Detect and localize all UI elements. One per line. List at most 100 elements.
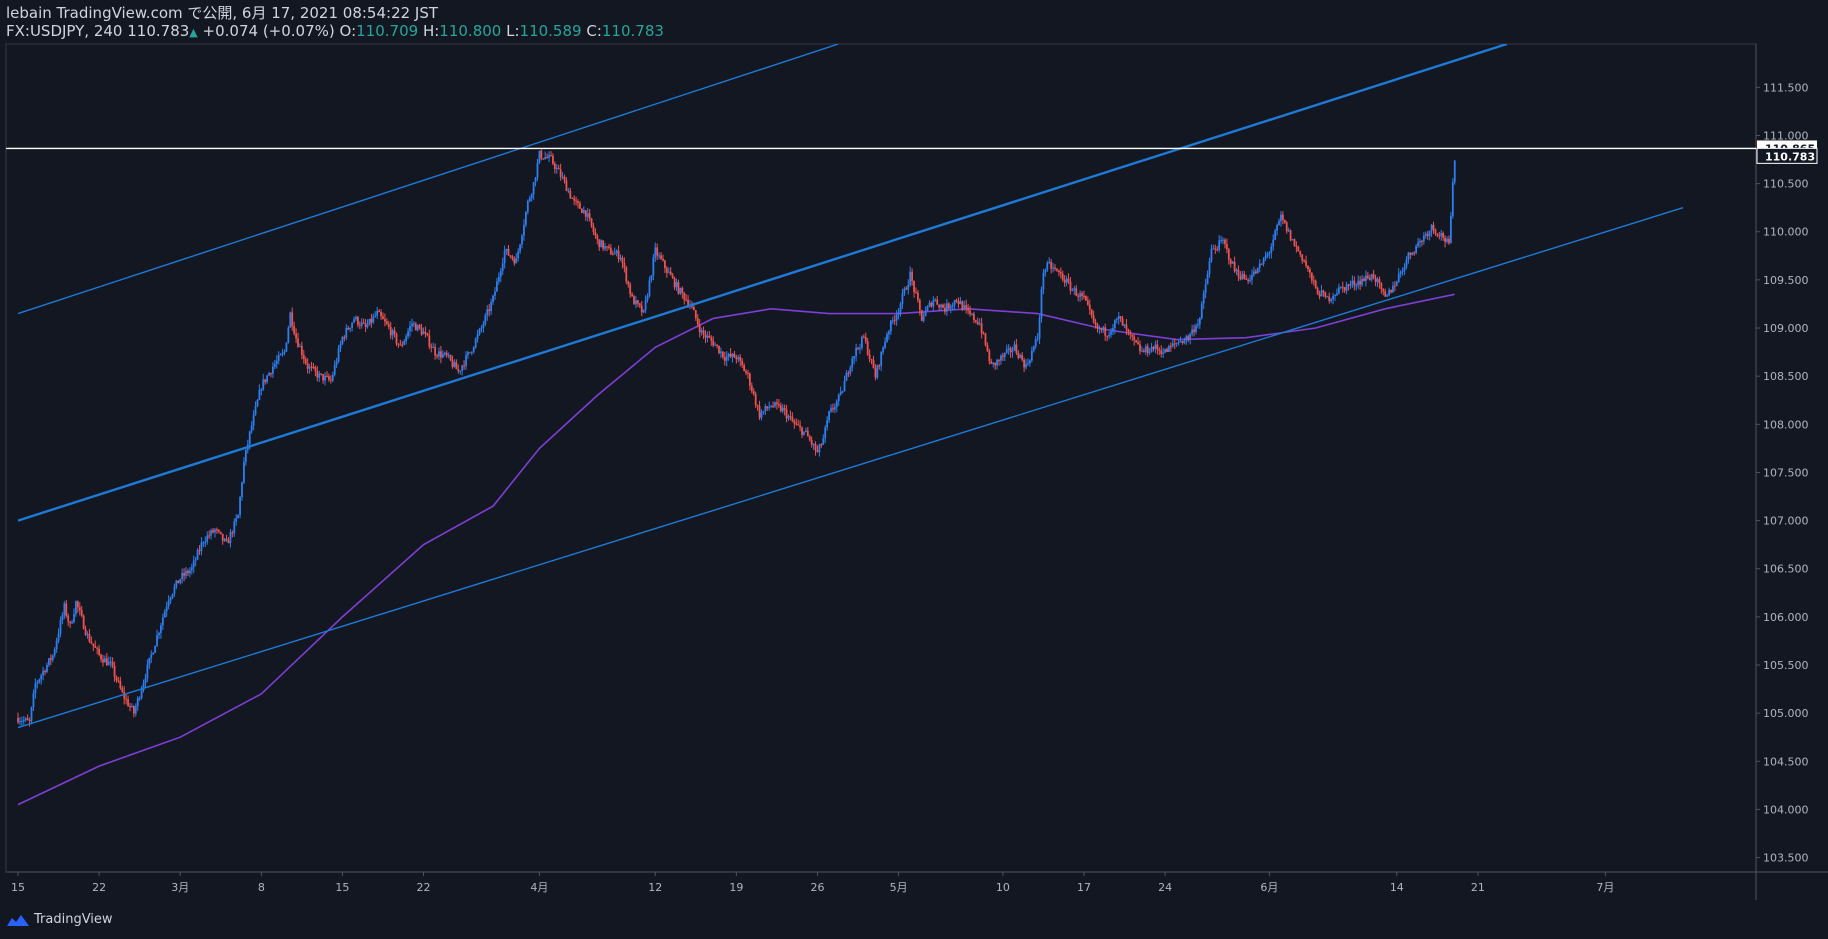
- candle-body: [538, 150, 541, 163]
- candle-body: [28, 720, 31, 722]
- candle-body: [254, 406, 257, 415]
- candle-body: [1009, 348, 1012, 353]
- candle-body: [266, 375, 269, 382]
- candle-body: [716, 344, 718, 346]
- candle-body: [1216, 249, 1219, 251]
- candle-body: [586, 213, 589, 217]
- candle-body: [208, 535, 211, 537]
- candle-body: [799, 425, 801, 428]
- candle-body: [117, 680, 120, 682]
- price-tick-label: 111.500: [1763, 81, 1809, 94]
- candle-body: [785, 409, 788, 419]
- candle-body: [1305, 260, 1307, 266]
- candle-body: [803, 431, 805, 435]
- candle-body: [638, 303, 641, 306]
- candle-body: [1231, 261, 1234, 264]
- candle-body: [1015, 344, 1018, 353]
- candle-body: [1133, 336, 1136, 341]
- candle-body: [1309, 269, 1311, 273]
- candle-body: [818, 444, 821, 452]
- candle-body: [1123, 324, 1126, 326]
- candle-body: [1366, 275, 1369, 279]
- candle-body: [1146, 346, 1149, 354]
- candle-body: [982, 333, 985, 335]
- candle-body: [1003, 352, 1006, 357]
- candle-body: [1361, 278, 1363, 285]
- candle-body: [801, 427, 803, 435]
- candle-body: [1077, 295, 1080, 297]
- candle-body: [221, 533, 224, 541]
- candle-body: [1417, 242, 1419, 246]
- candle-body: [758, 406, 761, 418]
- candle-body: [1434, 229, 1437, 234]
- candle-body: [366, 324, 369, 327]
- candle-body: [1040, 289, 1043, 318]
- candle-body: [880, 351, 883, 366]
- candle-body: [847, 373, 850, 375]
- candle-body: [1086, 300, 1089, 305]
- candle-body: [293, 325, 296, 334]
- candle-body: [1046, 262, 1049, 270]
- footer-brand[interactable]: TradingView: [6, 912, 113, 927]
- candle-body: [555, 167, 558, 169]
- candle-body: [967, 307, 970, 311]
- candle-body: [1171, 343, 1174, 347]
- candle-body: [107, 661, 110, 666]
- candle-body: [384, 319, 386, 322]
- candle-body: [86, 634, 89, 636]
- candle-body: [1148, 352, 1151, 354]
- candle-body: [874, 368, 877, 378]
- candle-body: [1285, 222, 1288, 232]
- price-tick-label: 105.000: [1763, 707, 1809, 720]
- candle-body: [1363, 278, 1365, 281]
- candle-body: [287, 327, 290, 343]
- price-tick-label: 106.500: [1763, 563, 1809, 576]
- candle-body: [631, 294, 633, 297]
- candle-body: [1104, 327, 1107, 336]
- candle-body: [507, 248, 510, 256]
- candle-body: [783, 407, 786, 410]
- candle-body: [787, 416, 790, 419]
- candle-body: [965, 305, 968, 308]
- candle-body: [24, 718, 27, 720]
- candle-body: [432, 347, 435, 349]
- candle-body: [1297, 246, 1300, 252]
- candle-body: [1388, 289, 1390, 296]
- candle-body: [944, 307, 946, 312]
- candle-body: [1330, 299, 1333, 302]
- candle-body: [1154, 344, 1157, 349]
- candle-body: [969, 310, 971, 314]
- candle-body: [855, 347, 858, 357]
- candle-body: [513, 258, 516, 264]
- candle-body: [1113, 320, 1116, 329]
- candle-body: [1339, 286, 1342, 288]
- symbol-label[interactable]: FX:USDJPY, 240: [6, 22, 122, 40]
- candle-body: [181, 573, 184, 580]
- candle-body: [857, 347, 859, 349]
- candle-body: [80, 610, 83, 616]
- candle-body: [111, 661, 114, 666]
- candle-body: [978, 323, 981, 325]
- candle-body: [322, 374, 325, 381]
- candle-body: [490, 302, 493, 312]
- candle-body: [73, 614, 75, 623]
- candle-body: [561, 176, 564, 178]
- candle-body: [1448, 238, 1450, 244]
- candle-body: [360, 322, 363, 326]
- price-chart[interactable]: 103.500 104.000 104.500 105.000 105.500 106.0…: [0, 0, 1828, 939]
- candle-body: [94, 645, 97, 648]
- candle-body: [1218, 240, 1221, 250]
- candle-body: [1200, 303, 1203, 319]
- candle-body: [916, 292, 919, 300]
- price-tick-label: 106.000: [1763, 611, 1809, 624]
- candle-body: [714, 344, 717, 346]
- candle-body: [596, 235, 599, 240]
- candle-body: [1343, 287, 1346, 291]
- candle-body: [737, 356, 740, 360]
- candle-body: [1141, 350, 1143, 352]
- candle-body: [563, 176, 566, 181]
- candle-body: [806, 430, 809, 437]
- candle-body: [611, 254, 614, 256]
- candle-body: [725, 356, 728, 361]
- candle-body: [250, 425, 253, 432]
